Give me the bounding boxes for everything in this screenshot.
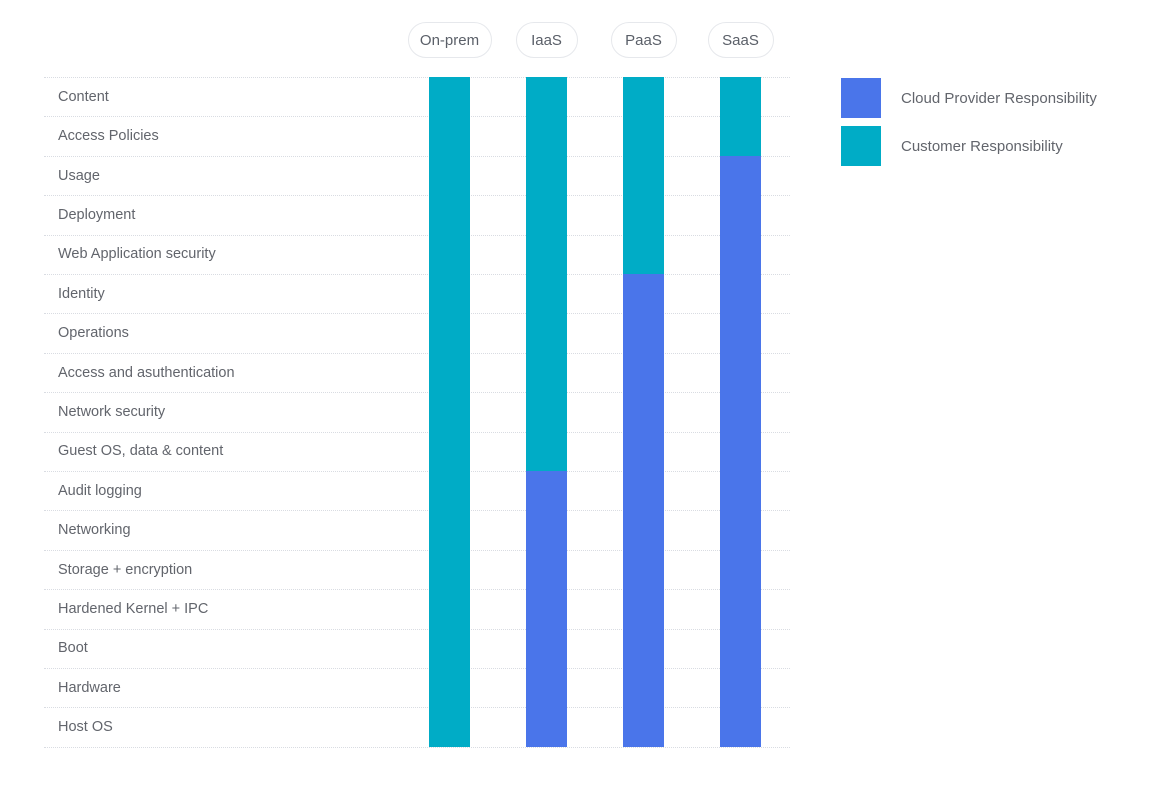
bar-segment-customer-iaas[interactable] — [526, 77, 567, 471]
row-label-access-and-asuthentication: Access and asuthentication — [58, 365, 235, 381]
grid-line — [44, 77, 790, 78]
row-label-guest-os-data-content: Guest OS, data & content — [58, 443, 224, 459]
grid-line — [44, 550, 790, 551]
bar-segment-customer-paas[interactable] — [623, 77, 664, 274]
grid-line — [44, 392, 790, 393]
row-label-audit-logging: Audit logging — [58, 483, 142, 499]
legend-label: Cloud Provider Responsibility — [901, 90, 1097, 107]
square-swatch-icon — [841, 126, 881, 166]
row-label-usage: Usage — [58, 168, 100, 184]
row-label-networking: Networking — [58, 522, 131, 538]
row-label-boot: Boot — [58, 640, 88, 656]
row-label-hardened-kernel-ipc: Hardened Kernel + IPC — [58, 601, 209, 617]
bar-segment-provider-paas[interactable] — [623, 274, 664, 747]
bar-column-iaas[interactable] — [526, 77, 567, 747]
grid-line — [44, 747, 790, 748]
grid-line — [44, 274, 790, 275]
row-label-storage-encryption: Storage + encryption — [58, 562, 193, 578]
grid-line — [44, 510, 790, 511]
grid-line — [44, 195, 790, 196]
bar-column-on-prem[interactable] — [429, 77, 470, 747]
row-label-deployment: Deployment — [58, 207, 136, 223]
row-label-host-os: Host OS — [58, 719, 113, 735]
row-label-hardware: Hardware — [58, 680, 121, 696]
bar-column-saas[interactable] — [720, 77, 761, 747]
grid-line — [44, 432, 790, 433]
grid-line — [44, 313, 790, 314]
grid-line — [44, 471, 790, 472]
bar-column-paas[interactable] — [623, 77, 664, 747]
grid-line — [44, 353, 790, 354]
row-label-web-application-security: Web Application security — [58, 246, 216, 262]
square-swatch-icon — [841, 78, 881, 118]
grid-line — [44, 668, 790, 669]
responsibility-matrix: Content Access Policies Usage Deployment Web… — [0, 0, 830, 785]
grid-line — [44, 235, 790, 236]
bar-segment-provider-saas[interactable] — [720, 156, 761, 747]
row-label-content: Content — [58, 89, 109, 105]
row-label-operations: Operations — [58, 325, 129, 341]
row-label-access-policies: Access Policies — [58, 128, 159, 144]
grid-line — [44, 629, 790, 630]
legend-item-cloud-provider-responsibility[interactable]: Cloud Provider Responsibility — [841, 78, 1161, 126]
row-label-network-security: Network security — [58, 404, 166, 420]
bar-segment-customer-on-prem[interactable] — [429, 77, 470, 747]
legend-label: Customer Responsibility — [901, 138, 1063, 155]
chart-legend: Cloud Provider Responsibility Customer Re… — [841, 78, 1161, 174]
legend-item-customer-responsibility[interactable]: Customer Responsibility — [841, 126, 1161, 174]
grid-line — [44, 116, 790, 117]
row-label-identity: Identity — [58, 286, 105, 302]
bar-segment-provider-iaas[interactable] — [526, 471, 567, 747]
grid-line — [44, 156, 790, 157]
bar-segment-customer-saas[interactable] — [720, 77, 761, 156]
grid-line — [44, 707, 790, 708]
grid-line — [44, 589, 790, 590]
